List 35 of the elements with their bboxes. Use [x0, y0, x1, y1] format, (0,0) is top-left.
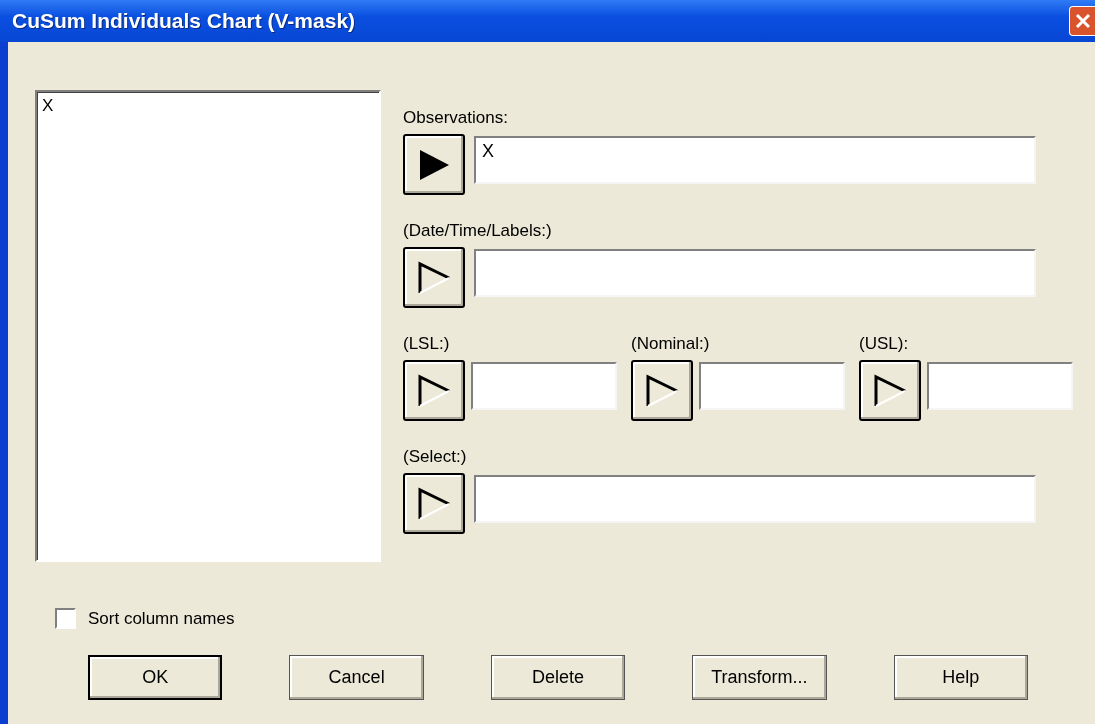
- variable-arrow-button[interactable]: [859, 360, 921, 421]
- triangle-icon: [872, 372, 908, 409]
- triangle-icon: [644, 372, 680, 409]
- variable-arrow-button[interactable]: [631, 360, 693, 421]
- spec-input-field[interactable]: [471, 362, 617, 410]
- field-label: (LSL:): [403, 334, 451, 354]
- dialog-button[interactable]: OK: [88, 655, 223, 700]
- variable-arrow-button[interactable]: [403, 473, 465, 534]
- select-input-field[interactable]: [474, 475, 1036, 523]
- column-list-item[interactable]: X: [40, 96, 376, 116]
- spec-input-field[interactable]: [699, 362, 845, 410]
- column-list[interactable]: X: [35, 90, 381, 562]
- field-label: Observations:: [403, 108, 509, 128]
- spec-input-field[interactable]: [927, 362, 1073, 410]
- triangle-icon: [416, 485, 452, 522]
- field-label: (Nominal:): [631, 334, 711, 354]
- close-icon: [1073, 12, 1092, 30]
- dialog-button[interactable]: Cancel: [289, 655, 424, 700]
- field-label: (Select:): [403, 447, 468, 467]
- dialog-button[interactable]: Delete: [490, 655, 626, 700]
- sort-checkbox[interactable]: [55, 608, 76, 629]
- triangle-icon: [416, 372, 452, 409]
- variable-arrow-button[interactable]: [403, 360, 465, 421]
- variable-input-field[interactable]: [474, 249, 1036, 297]
- dialog-button[interactable]: Help: [893, 655, 1028, 700]
- window-title: CuSum Individuals Chart (V-mask): [12, 9, 356, 33]
- checkbox-label: Sort column names: [88, 608, 235, 629]
- triangle-icon: [416, 259, 452, 296]
- field-label: (Date/Time/Labels:): [403, 221, 553, 241]
- variable-arrow-button[interactable]: [403, 247, 465, 308]
- variable-input-field[interactable]: X: [474, 136, 1036, 184]
- variable-arrow-button[interactable]: [403, 134, 465, 195]
- dialog-button[interactable]: Transform...: [692, 655, 827, 700]
- close-button[interactable]: [1069, 6, 1095, 36]
- field-label: (USL):: [859, 334, 910, 354]
